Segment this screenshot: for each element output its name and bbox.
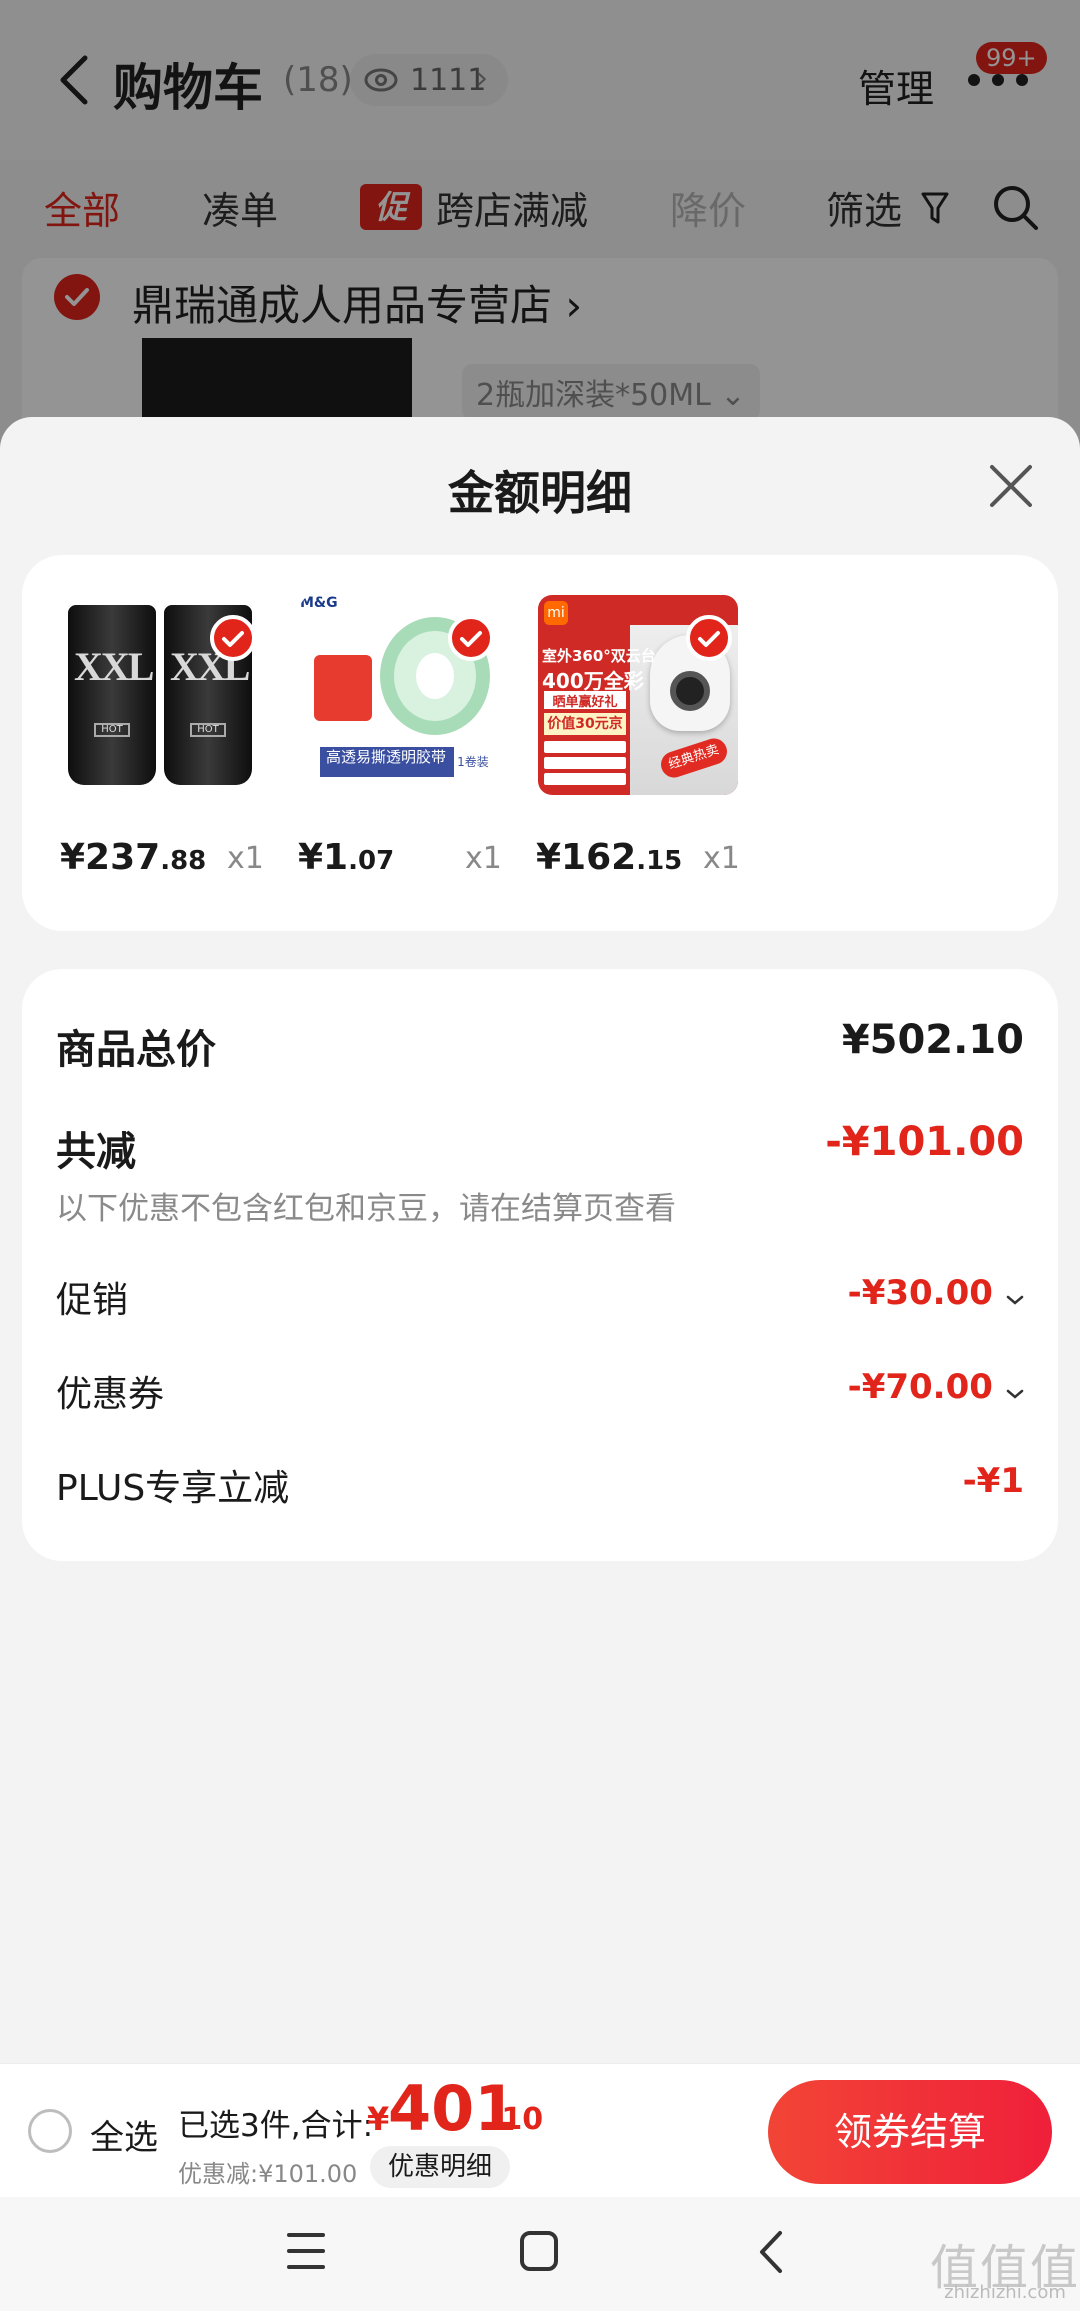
home-icon[interactable] <box>520 2231 558 2271</box>
promotion-row-toggle[interactable]: -¥30.00 <box>848 1273 1024 1313</box>
back-icon[interactable] <box>756 2229 786 2275</box>
select-all-checkbox[interactable] <box>28 2109 72 2153</box>
product-price: ¥1.07 <box>298 837 395 878</box>
checkout-bar: 全选 已选3件,合计: ¥ 401 .10 优惠减:¥101.00 优惠明细 领… <box>0 2063 1080 2197</box>
plus-discount-value: -¥1 <box>962 1461 1024 1501</box>
product-image-text: XXL <box>74 644 154 689</box>
discount-summary: 优惠减:¥101.00 <box>178 2160 358 2188</box>
selected-summary: 已选3件,合计: <box>178 2108 374 2144</box>
watermark-text: zhizhizhi.com <box>944 2282 1066 2303</box>
total-reduce-label: 共减 <box>56 1129 136 1175</box>
product-price: ¥237.88 <box>60 837 207 878</box>
discount-note: 以下优惠不包含红包和京豆，请在结算页查看 <box>56 1191 676 1227</box>
select-all-label[interactable]: 全选 <box>90 2110 158 2159</box>
coupon-label: 优惠券 <box>56 1374 165 1415</box>
product-price: ¥162.15 <box>536 837 683 878</box>
coupon-value: -¥70.00 <box>847 1367 993 1407</box>
watermark: 值值值 zhizhizhi.com <box>930 2228 1080 2308</box>
chevron-down-icon <box>1006 1295 1024 1305</box>
close-icon[interactable] <box>986 461 1036 511</box>
product-strip: XXL HOT XXL HOT ¥237.88 x1 M&G 高透易撕透明胶带 … <box>22 555 1058 931</box>
plus-discount-label: PLUS专享立减 <box>56 1468 290 1509</box>
product-checked-icon <box>448 615 494 661</box>
price-summary-card: 商品总价 ¥502.10 共减 -¥101.00 以下优惠不包含红包和京豆，请在… <box>22 969 1058 1561</box>
price-detail-sheet: 金额明细 XXL HOT XXL HOT ¥237.88 x1 M&G 高透易撕… <box>0 417 1080 2311</box>
system-nav-bar <box>0 2197 1080 2311</box>
total-price-label: 商品总价 <box>56 1027 216 1073</box>
product-quantity: x1 <box>465 841 502 876</box>
product-item[interactable]: mi 室外360°双云台 400万全彩 晒单赢好礼 价值30元京豆 经典热卖 ¥… <box>498 595 740 878</box>
coupon-row-toggle[interactable]: -¥70.00 <box>848 1367 1024 1407</box>
recent-apps-icon[interactable] <box>287 2233 325 2269</box>
total-currency: ¥ <box>367 2100 390 2138</box>
product-quantity: x1 <box>703 841 740 876</box>
sheet-title: 金额明细 <box>448 466 632 520</box>
product-checked-icon <box>210 615 256 661</box>
total-reduce-value: -¥101.00 <box>825 1119 1024 1165</box>
promotion-value: -¥30.00 <box>847 1273 993 1313</box>
product-item[interactable]: XXL HOT XXL HOT ¥237.88 x1 <box>22 595 264 878</box>
total-amount-decimal: .10 <box>490 2102 544 2137</box>
chevron-down-icon <box>1006 1389 1024 1399</box>
product-checked-icon <box>686 615 732 661</box>
discount-detail-button[interactable]: 优惠明细 <box>370 2146 511 2188</box>
promotion-label: 促销 <box>56 1280 129 1321</box>
product-quantity: x1 <box>227 841 264 876</box>
product-item[interactable]: M&G 高透易撕透明胶带 1卷装 ¥1.07 x1 <box>260 595 502 878</box>
total-price-value: ¥502.10 <box>841 1017 1024 1063</box>
checkout-button[interactable]: 领券结算 <box>768 2080 1052 2184</box>
